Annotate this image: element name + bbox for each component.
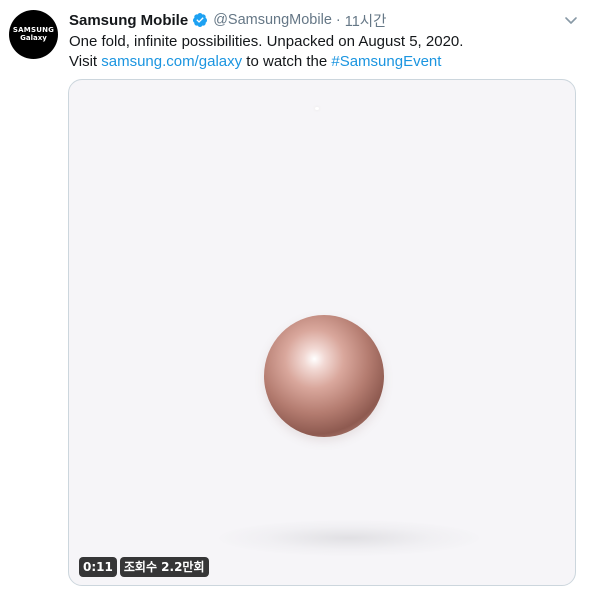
tweet-text-line-2: Visit samsung.com/galaxy to watch the #S… (69, 52, 569, 72)
light-sparkle (315, 107, 319, 110)
samsung-galaxy-link[interactable]: samsung.com/galaxy (101, 53, 242, 70)
display-name[interactable]: Samsung Mobile (69, 12, 188, 29)
separator-dot: · (335, 12, 341, 28)
view-count-badge: 조회수 2.2만회 (119, 557, 209, 577)
tweet-header: Samsung Mobile @SamsungMobile · 11시간 (69, 10, 386, 30)
avatar-brand-text: SAMSUNG (12, 26, 55, 34)
pearl-sphere (264, 315, 384, 437)
timestamp[interactable]: 11시간 (345, 10, 387, 31)
video-duration-badge: 0:11 (79, 557, 117, 577)
hashtag-link[interactable]: #SamsungEvent (331, 53, 441, 70)
avatar-sub-text: Galaxy (20, 34, 47, 42)
tweet-text-line-1: One fold, infinite possibilities. Unpack… (69, 33, 464, 50)
visit-text: Visit (69, 53, 102, 70)
verified-badge-icon (192, 12, 208, 28)
avatar[interactable]: SAMSUNG Galaxy (9, 10, 58, 59)
user-handle[interactable]: @SamsungMobile (213, 12, 332, 28)
watch-text: to watch the (242, 53, 332, 70)
chevron-down-icon[interactable] (563, 12, 579, 28)
tweet: SAMSUNG Galaxy Samsung Mobile @SamsungMo… (0, 0, 591, 599)
tweet-text: One fold, infinite possibilities. Unpack… (69, 32, 569, 72)
pearl-shadow (219, 520, 479, 556)
video-player[interactable]: 0:11 조회수 2.2만회 (68, 79, 576, 586)
video-overlay-badges: 0:11 조회수 2.2만회 (79, 557, 209, 577)
